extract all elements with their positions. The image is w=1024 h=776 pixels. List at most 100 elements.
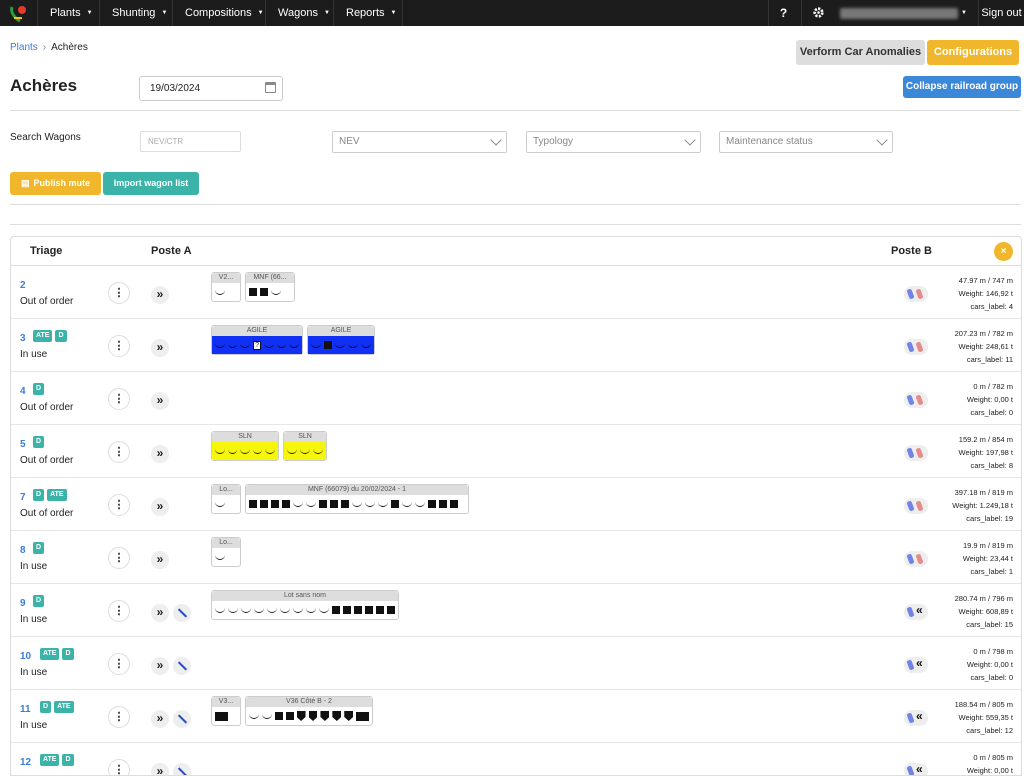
track-number-link[interactable]: 11 <box>20 704 31 715</box>
close-icon[interactable]: × <box>994 242 1013 261</box>
more-options-icon[interactable]: ⋮ <box>108 441 130 463</box>
empty-wagon-icon[interactable] <box>265 449 275 454</box>
double-chevron-left-icon[interactable]: « <box>916 603 923 617</box>
empty-wagon-icon[interactable] <box>228 608 238 613</box>
more-options-icon[interactable]: ⋮ <box>108 706 130 728</box>
double-chevron-right-icon[interactable]: » <box>151 445 169 463</box>
empty-wagon-icon[interactable] <box>293 608 303 613</box>
more-options-icon[interactable]: ⋮ <box>108 335 130 357</box>
loaded-wagon-icon[interactable] <box>376 606 384 614</box>
loaded-wagon-icon[interactable] <box>428 500 436 508</box>
empty-wagon-icon[interactable] <box>402 502 412 507</box>
track-number-link[interactable]: 2 <box>20 280 26 291</box>
wagon-lot[interactable]: V36 Côté B - 2 <box>245 696 373 726</box>
wagon-lot[interactable]: AGILE <box>307 325 375 355</box>
poste-b-controls[interactable] <box>904 392 928 408</box>
empty-wagon-icon[interactable] <box>348 343 358 348</box>
empty-wagon-icon[interactable] <box>352 502 362 507</box>
empty-wagon-icon[interactable] <box>311 343 321 348</box>
empty-wagon-icon[interactable] <box>289 343 300 348</box>
empty-wagon-icon[interactable] <box>215 290 225 295</box>
plant-logo[interactable] <box>8 3 28 23</box>
typology-select[interactable]: Typology <box>526 131 701 153</box>
double-chevron-right-icon[interactable]: » <box>151 604 169 622</box>
breadcrumb-plants-link[interactable]: Plants <box>10 42 38 53</box>
loaded-wagon-icon[interactable] <box>332 606 340 614</box>
double-chevron-right-icon[interactable]: » <box>151 339 169 357</box>
maintenance-status-select[interactable]: Maintenance status <box>719 131 893 153</box>
empty-wagon-icon[interactable] <box>276 343 287 348</box>
empty-wagon-icon[interactable] <box>252 449 263 454</box>
double-chevron-right-icon[interactable]: » <box>151 657 169 675</box>
more-options-icon[interactable]: ⋮ <box>108 600 130 622</box>
poste-b-controls[interactable]: « <box>904 603 928 620</box>
empty-wagon-icon[interactable] <box>215 502 225 507</box>
settings-button[interactable] <box>801 0 835 26</box>
double-chevron-right-icon[interactable]: » <box>151 763 169 775</box>
wagon-lot[interactable]: V3... <box>211 696 241 726</box>
loaded-wagon-icon[interactable] <box>260 500 268 508</box>
double-chevron-right-icon[interactable]: » <box>151 551 169 569</box>
empty-wagon-icon[interactable] <box>215 608 225 613</box>
empty-wagon-icon[interactable] <box>415 502 425 507</box>
wagon-lot[interactable]: MNF (66079) du 20/02/2024 - 1 <box>245 484 469 514</box>
sign-out-button[interactable]: Sign out <box>978 0 1024 26</box>
wagon-lot[interactable]: SLN <box>283 431 327 461</box>
track-number-link[interactable]: 10 <box>20 651 31 662</box>
empty-wagon-icon[interactable] <box>313 449 323 454</box>
double-chevron-left-icon[interactable]: « <box>916 656 923 670</box>
loaded-wagon-icon[interactable] <box>341 500 349 508</box>
empty-wagon-icon[interactable] <box>280 608 290 613</box>
empty-wagon-icon[interactable] <box>306 502 316 507</box>
calendar-icon[interactable] <box>265 82 276 93</box>
loaded-wagon-icon[interactable] <box>282 500 290 508</box>
wagon-lot[interactable]: Lo... <box>211 484 241 514</box>
maintenance-icon[interactable] <box>173 763 191 775</box>
empty-wagon-icon[interactable] <box>271 290 281 295</box>
loaded-wagon-icon[interactable] <box>365 606 373 614</box>
loaded-wagon-icon[interactable] <box>319 500 327 508</box>
empty-wagon-icon[interactable] <box>240 343 251 348</box>
more-options-icon[interactable]: ⋮ <box>108 653 130 675</box>
more-options-icon[interactable]: ⋮ <box>108 494 130 516</box>
date-picker[interactable]: 19/03/2024 <box>139 76 283 101</box>
double-chevron-left-icon[interactable]: « <box>916 762 923 775</box>
nav-compositions[interactable]: Compositions ▼ <box>172 0 267 26</box>
empty-wagon-icon[interactable] <box>227 449 238 454</box>
tank-wagon-icon[interactable] <box>308 711 318 721</box>
wagon-lot[interactable]: SLN <box>211 431 279 461</box>
more-options-icon[interactable]: ⋮ <box>108 388 130 410</box>
verform-car-anomalies-button[interactable]: Verform Car Anomalies <box>796 40 925 65</box>
loaded-wagon-icon[interactable] <box>391 500 399 508</box>
track-number-link[interactable]: 9 <box>20 598 26 609</box>
empty-wagon-icon[interactable] <box>287 449 297 454</box>
wagon-lot[interactable]: MNF (66... <box>245 272 295 302</box>
empty-wagon-icon[interactable] <box>378 502 388 507</box>
track-number-link[interactable]: 8 <box>20 545 26 556</box>
empty-wagon-icon[interactable] <box>261 714 272 719</box>
locomotive-icon[interactable] <box>356 711 370 721</box>
tank-wagon-icon[interactable] <box>320 711 330 721</box>
loaded-wagon-icon[interactable] <box>450 500 458 508</box>
nav-plants[interactable]: Plants ▼ <box>37 0 101 26</box>
poste-b-controls[interactable] <box>904 445 928 461</box>
more-options-icon[interactable]: ⋮ <box>108 282 130 304</box>
empty-wagon-icon[interactable] <box>300 449 310 454</box>
help-button[interactable]: ? <box>768 0 798 26</box>
maintenance-icon[interactable] <box>173 604 191 622</box>
loaded-wagon-icon[interactable] <box>285 712 294 720</box>
wagon-lot[interactable]: Lot sans nom <box>211 590 399 620</box>
empty-wagon-icon[interactable] <box>227 343 238 348</box>
empty-wagon-icon[interactable] <box>215 449 225 454</box>
poste-b-controls[interactable]: « <box>904 762 928 775</box>
wagon-lot[interactable]: AGILE? <box>211 325 303 355</box>
maintenance-icon[interactable] <box>173 710 191 728</box>
empty-wagon-icon[interactable] <box>293 502 303 507</box>
publish-mute-button[interactable]: ▤ Publish mute <box>10 172 101 195</box>
loaded-wagon-icon[interactable] <box>271 500 279 508</box>
track-number-link[interactable]: 3 <box>20 333 26 344</box>
tank-wagon-icon[interactable] <box>344 711 354 721</box>
nev-select[interactable]: NEV <box>332 131 507 153</box>
loaded-wagon-icon[interactable] <box>439 500 447 508</box>
double-chevron-right-icon[interactable]: » <box>151 498 169 516</box>
